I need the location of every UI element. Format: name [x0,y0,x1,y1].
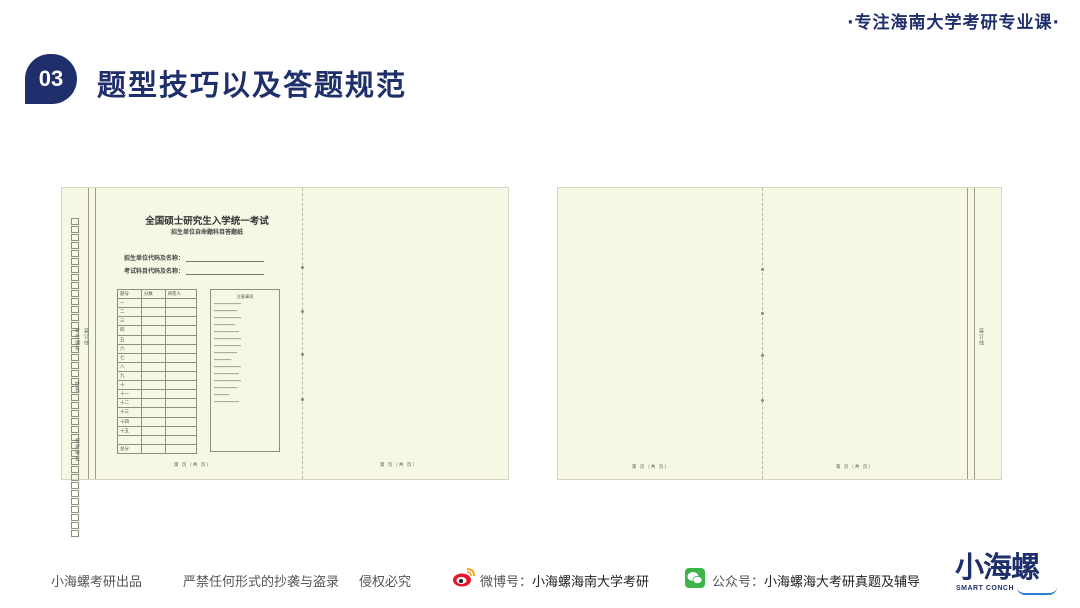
vertical-label-unit: 报考单位 [74,438,80,462]
vertical-label-name: 姓名 [74,381,80,393]
logo-text: 小海螺 [955,550,1040,584]
notes-box: 注意事项 ━━━━━━━━━━━━━━ ━━━━━━━━━━━━ ━━━━━━━━… [210,289,280,452]
row-label: 二 [117,307,142,318]
binding-line [967,188,968,479]
table-row: 十三 [117,407,198,418]
table-row: 八 [117,361,198,372]
sheet-subtitle: 招生单位自命题科目答题纸 [170,229,243,236]
notes-title: 注意事项 [236,294,254,299]
table-row: 七 [117,352,198,363]
sheet-title: 全国硕士研究生入学统一考试 [145,216,269,227]
table-row: 五 [117,334,198,345]
fold-mark [301,266,304,269]
table-row: 三 [117,316,198,327]
binding-line-inner [974,188,975,479]
table-row: 十五 [117,425,198,436]
table-row: 十 [117,380,198,391]
page-footer-2: 第 页（共 页） [380,463,418,468]
fold-mark [761,354,764,357]
row-label: 十二 [117,398,142,409]
page-footer-4: 第 页（共 页） [836,465,874,470]
row-label [117,434,142,445]
row-label: 十 [117,380,142,391]
weibo-icon [453,568,475,587]
row-label: 七 [117,352,142,363]
page-footer-1: 第 页（共 页） [174,463,212,468]
row-label: 五 [117,334,142,345]
table-row: 一 [117,298,198,309]
table-row: 十四 [117,416,198,427]
table-row: 四 [117,325,198,336]
fold-line [302,188,303,479]
footer-copyright: 严禁任何形式的抄袭与盗录 [183,575,340,590]
field-unit-code: 招生单位代码及名称： [124,253,265,262]
row-label: 三 [117,316,142,327]
field-subject-label: 考试科目代码及名称： [124,268,185,275]
row-label: 十五 [117,425,142,436]
table-row: 二 [117,307,198,318]
fold-mark [761,268,764,271]
fold-line [762,188,763,479]
wechat-label: 公众号： [712,575,765,590]
row-label: 四 [117,325,142,336]
vertical-label-binding-right: 装订线 [978,328,984,346]
fold-mark [761,312,764,315]
header-question: 题号 [117,288,142,300]
fold-mark [301,310,304,313]
vertical-label-exam-number: 考生编号 [74,328,80,352]
wechat-name: 小海螺海大考研真题及辅导 [764,575,921,590]
table-row: 总分 [117,443,198,455]
header-score: 分数 [140,288,166,300]
logo-subtitle: SMART CONCH [956,585,1014,592]
row-label: 一 [117,298,142,309]
answer-sheet-left: 考生编号 姓名 报考单位 装订线 全国硕士研究生入学统一考试 招生单位自命题科目… [61,187,509,537]
tagline: ·专注海南大学考研专业课· [847,13,1060,33]
fold-mark [301,398,304,401]
binding-boxes [71,218,80,538]
answer-sheet-right: 装订线 第 页（共 页） 第 页（共 页） [557,187,1002,480]
table-row [117,434,198,445]
brand-logo: 小海螺 SMART CONCH [955,550,1059,598]
fold-mark [761,399,764,402]
row-label: 十一 [117,389,142,400]
field-subject-code: 考试科目代码及名称： [124,266,265,275]
table-row: 六 [117,343,198,354]
table-row: 十二 [117,398,198,409]
table-row: 九 [117,370,198,382]
row-label: 六 [117,343,142,354]
row-label: 十三 [117,407,142,418]
footer-weibo[interactable]: 微博号：小海螺海南大学考研 [480,571,649,590]
table-row: 十一 [117,389,198,400]
footer-producer: 小海螺考研出品 [51,575,143,590]
footer-wechat[interactable]: 公众号：小海螺海大考研真题及辅导 [712,571,920,590]
weibo-name: 小海螺海南大学考研 [532,575,650,590]
section-number-badge: 03 [25,54,77,104]
header-grader: 阅卷人 [164,288,198,300]
binding-line-inner [95,188,96,479]
logo-swoosh [1017,587,1057,595]
wechat-icon [685,568,705,588]
row-label: 九 [117,370,142,382]
page-footer-3: 第 页（共 页） [632,465,670,470]
vertical-label-binding: 装订线 [83,328,89,346]
row-label: 十四 [117,416,142,427]
section-title: 题型技巧以及答题规范 [97,68,408,102]
score-table-header: 题号 分数 阅卷人 [117,288,198,300]
row-label: 总分 [117,443,142,455]
score-table: 题号 分数 阅卷人 一 二 三 四 五 六 七 八 九 十 十一 十二 十三 十… [117,288,198,455]
fold-mark [301,353,304,356]
weibo-label: 微博号： [480,575,533,590]
field-unit-label: 招生单位代码及名称： [124,255,185,262]
footer-rights: 侵权必究 [359,575,412,590]
row-label: 八 [117,361,142,372]
